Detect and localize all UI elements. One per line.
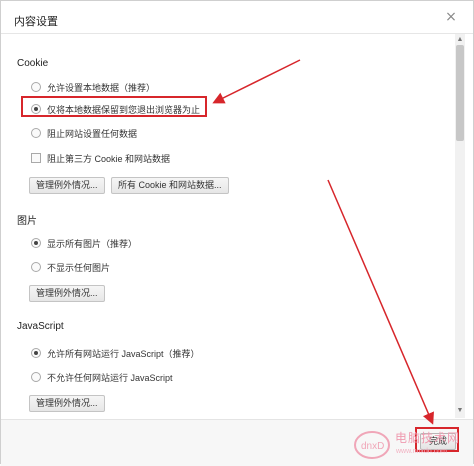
svg-text:dnxD: dnxD (361, 441, 384, 452)
watermark-text: 电脑技术网 (395, 431, 461, 445)
watermark: dnxD 电脑技术网 www.nnxdn.com (350, 426, 474, 464)
annotation-arrows (212, 59, 434, 425)
annotation-arrow-to-session-option (212, 59, 301, 104)
watermark-url: www.nnxdn.com (396, 448, 447, 455)
watermark-logo-icon: dnxD (354, 431, 390, 459)
annotation-arrow-to-done (327, 179, 434, 425)
